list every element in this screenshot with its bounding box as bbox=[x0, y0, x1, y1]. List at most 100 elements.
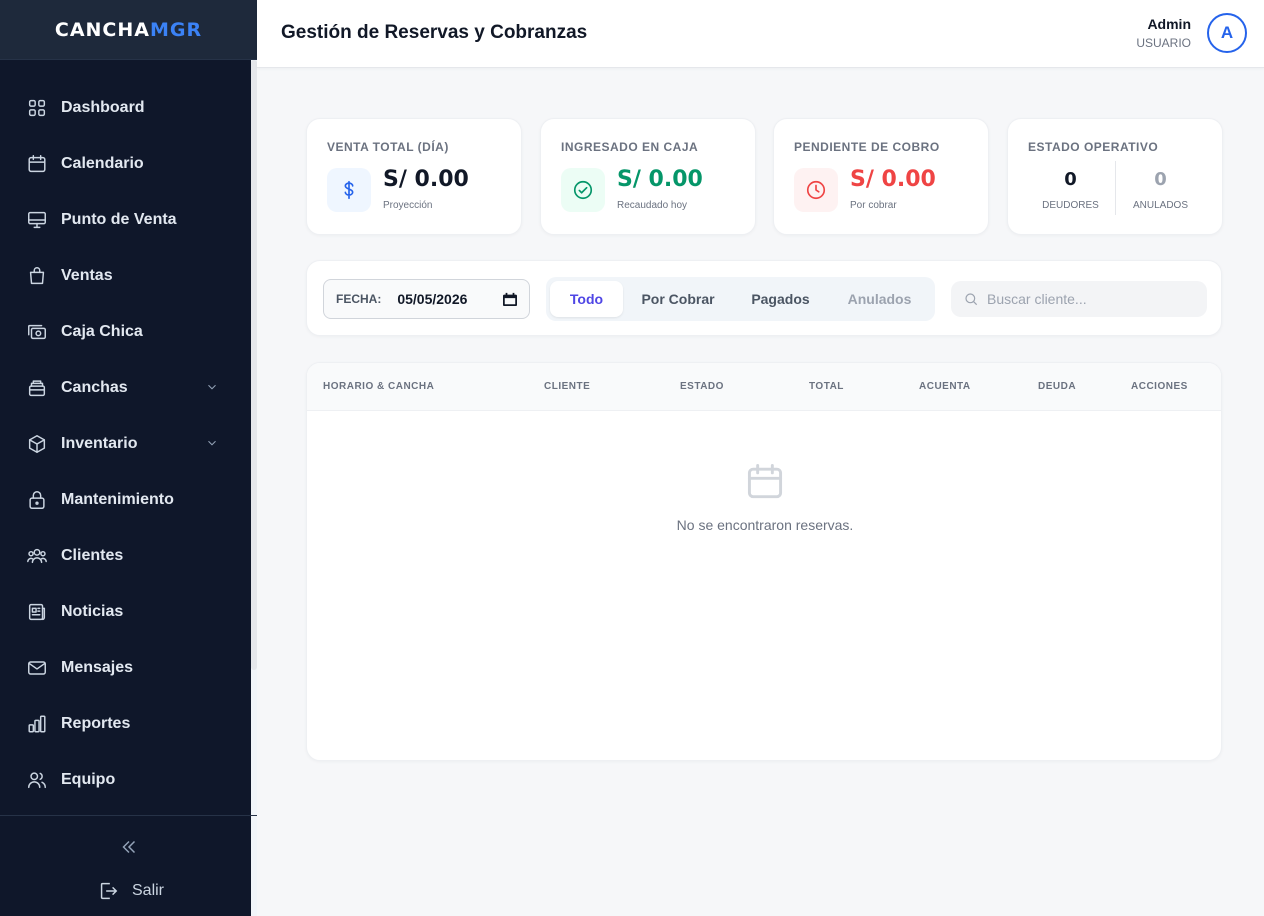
stat-sublabel: Proyección bbox=[383, 200, 433, 211]
layers-icon bbox=[26, 377, 48, 399]
monitor-icon bbox=[26, 209, 48, 231]
sidebar-item-punto-de-venta[interactable]: Punto de Venta bbox=[0, 192, 251, 248]
tab-anulados[interactable]: Anulados bbox=[828, 281, 931, 317]
brand-name-part1: CANCHA bbox=[54, 18, 150, 41]
stat-value: S/ 0.00 bbox=[383, 167, 469, 192]
tab-por-cobrar[interactable]: Por Cobrar bbox=[623, 281, 733, 317]
deudores-counter: 0 DEUDORES bbox=[1028, 161, 1113, 215]
lock-icon bbox=[26, 489, 48, 511]
tab-pagados[interactable]: Pagados bbox=[733, 281, 828, 317]
stat-card-pendiente: PENDIENTE DE COBRO S/ 0.00 Por cobrar bbox=[773, 118, 989, 235]
filter-bar: FECHA: 05/05/2026 Todo Por Cobrar Pagado… bbox=[306, 260, 1222, 336]
deudores-value: 0 bbox=[1064, 169, 1077, 190]
dollar-icon bbox=[327, 168, 371, 212]
column-header-total[interactable]: TOTAL bbox=[809, 381, 844, 392]
team-icon bbox=[26, 769, 48, 791]
search-box[interactable] bbox=[951, 281, 1207, 317]
sidebar-item-label: Punto de Venta bbox=[61, 211, 177, 228]
sidebar-item-caja-chica[interactable]: Caja Chica bbox=[0, 304, 251, 360]
search-icon bbox=[965, 293, 978, 306]
column-header-estado[interactable]: ESTADO bbox=[680, 381, 724, 392]
page-title: Gestión de Reservas y Cobranzas bbox=[281, 22, 588, 43]
anulados-counter: 0 ANULADOS bbox=[1118, 161, 1203, 215]
sidebar-item-label: Clientes bbox=[61, 547, 124, 564]
stat-sublabel: Recaudado hoy bbox=[617, 200, 688, 211]
sidebar-item-label: Mantenimiento bbox=[61, 491, 174, 508]
sidebar-item-label: Caja Chica bbox=[61, 323, 143, 340]
date-label: FECHA: bbox=[336, 292, 382, 306]
check-circle-icon bbox=[561, 168, 605, 212]
anulados-value: 0 bbox=[1154, 169, 1167, 190]
sidebar-item-noticias[interactable]: Noticias bbox=[0, 584, 251, 640]
user-info[interactable]: Admin USUARIO bbox=[1136, 16, 1191, 50]
sidebar-item-inventario[interactable]: Inventario bbox=[0, 416, 251, 472]
sidebar-item-dashboard[interactable]: Dashboard bbox=[0, 80, 251, 136]
clock-icon bbox=[794, 168, 838, 212]
bar-chart-icon bbox=[26, 713, 48, 735]
empty-state: No se encontraron reservas. bbox=[307, 460, 1221, 533]
column-header-cliente[interactable]: CLIENTE bbox=[544, 381, 590, 392]
shopping-bag-icon bbox=[26, 265, 48, 287]
stat-card-estado-operativo: ESTADO OPERATIVO 0 DEUDORES 0 ANULADOS bbox=[1007, 118, 1223, 235]
empty-message: No se encontraron reservas. bbox=[676, 517, 854, 533]
stat-card-ingresado: INGRESADO EN CAJA S/ 0.00 Recaudado hoy bbox=[540, 118, 756, 235]
status-tabs: Todo Por Cobrar Pagados Anulados bbox=[546, 277, 935, 321]
column-header-acciones[interactable]: ACCIONES bbox=[1131, 381, 1188, 392]
brand-name-part2: MGR bbox=[149, 18, 203, 41]
tab-todo[interactable]: Todo bbox=[550, 281, 623, 317]
stat-card-venta-total: VENTA TOTAL (DÍA) S/ 0.00 Proyección bbox=[306, 118, 522, 235]
logout-label: Salir bbox=[132, 882, 165, 899]
mail-icon bbox=[26, 657, 48, 679]
sidebar-scrollbar[interactable] bbox=[251, 60, 257, 670]
sidebar-item-canchas[interactable]: Canchas bbox=[0, 360, 251, 416]
sidebar-item-mensajes[interactable]: Mensajes bbox=[0, 640, 251, 696]
stat-label: VENTA TOTAL (DÍA) bbox=[327, 140, 449, 154]
stat-value: S/ 0.00 bbox=[850, 167, 936, 192]
sidebar-item-label: Mensajes bbox=[61, 659, 134, 676]
stat-label: PENDIENTE DE COBRO bbox=[794, 140, 940, 154]
date-value: 05/05/2026 bbox=[397, 291, 468, 307]
calendar-picker-icon[interactable] bbox=[503, 292, 517, 306]
sidebar: CANCHA MGR Dashboard Calendario Punto de … bbox=[0, 0, 257, 916]
calendar-icon bbox=[26, 153, 48, 175]
avatar[interactable]: A bbox=[1207, 13, 1247, 53]
stat-value: S/ 0.00 bbox=[617, 167, 703, 192]
sidebar-item-label: Calendario bbox=[61, 155, 144, 172]
sidebar-item-reportes[interactable]: Reportes bbox=[0, 696, 251, 752]
sidebar-item-calendario[interactable]: Calendario bbox=[0, 136, 251, 192]
grid-icon bbox=[26, 97, 48, 119]
chevron-down-icon[interactable] bbox=[205, 436, 219, 450]
collapse-sidebar-icon[interactable] bbox=[118, 836, 140, 858]
sidebar-item-label: Inventario bbox=[61, 435, 138, 452]
column-header-horario[interactable]: HORARIO & CANCHA bbox=[323, 381, 434, 392]
table-header: HORARIO & CANCHA CLIENTE ESTADO TOTAL AC… bbox=[307, 363, 1221, 411]
users-icon bbox=[26, 545, 48, 567]
anulados-label: ANULADOS bbox=[1132, 200, 1188, 211]
sidebar-item-equipo[interactable]: Equipo bbox=[0, 752, 251, 808]
user-name: Admin bbox=[1147, 16, 1191, 32]
divider bbox=[1115, 161, 1116, 215]
sidebar-item-label: Reportes bbox=[61, 715, 131, 732]
sidebar-item-label: Canchas bbox=[61, 379, 128, 396]
user-role: USUARIO bbox=[1136, 36, 1191, 50]
sidebar-footer: Salir bbox=[0, 815, 257, 916]
sidebar-item-ventas[interactable]: Ventas bbox=[0, 248, 251, 304]
chevron-down-icon[interactable] bbox=[205, 380, 219, 394]
stat-label: INGRESADO EN CAJA bbox=[561, 140, 699, 154]
date-picker[interactable]: FECHA: 05/05/2026 bbox=[323, 279, 530, 319]
sidebar-item-clientes[interactable]: Clientes bbox=[0, 528, 251, 584]
brand-logo[interactable]: CANCHA MGR bbox=[0, 0, 257, 60]
column-header-deuda[interactable]: DEUDA bbox=[1038, 381, 1076, 392]
sidebar-item-label: Equipo bbox=[61, 771, 116, 788]
reservations-table: HORARIO & CANCHA CLIENTE ESTADO TOTAL AC… bbox=[306, 362, 1222, 761]
sidebar-item-mantenimiento[interactable]: Mantenimiento bbox=[0, 472, 251, 528]
search-input[interactable] bbox=[987, 291, 1187, 307]
column-header-acuenta[interactable]: ACUENTA bbox=[919, 381, 971, 392]
newspaper-icon bbox=[26, 601, 48, 623]
logout-button[interactable]: Salir bbox=[97, 880, 164, 902]
sidebar-item-label: Dashboard bbox=[61, 99, 145, 116]
sidebar-item-label: Ventas bbox=[61, 267, 113, 284]
box-icon bbox=[26, 433, 48, 455]
sidebar-item-label: Noticias bbox=[61, 603, 124, 620]
stat-sublabel: Por cobrar bbox=[850, 200, 897, 211]
